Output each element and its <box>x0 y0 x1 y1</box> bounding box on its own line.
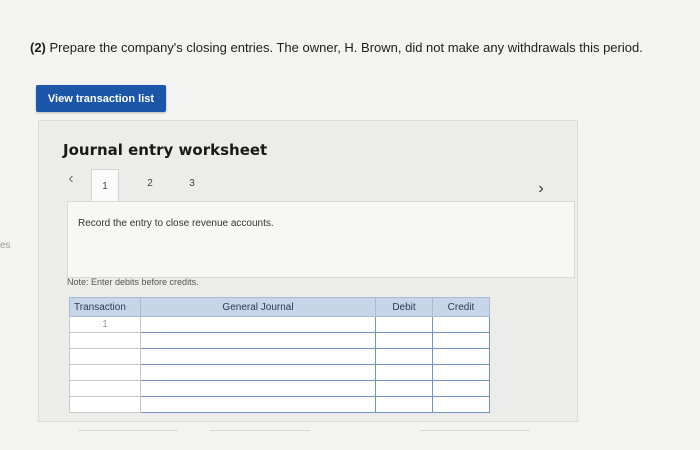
debit-input[interactable] <box>375 396 433 413</box>
tab-3[interactable]: 3 <box>179 169 205 197</box>
transaction-number <box>69 364 141 381</box>
header-debit: Debit <box>375 297 433 317</box>
debit-input[interactable] <box>375 316 433 333</box>
table-row <box>69 348 490 365</box>
credit-input[interactable] <box>432 364 490 381</box>
table-row <box>69 380 490 397</box>
question-text: Prepare the company's closing entries. T… <box>49 40 643 55</box>
debit-input[interactable] <box>375 332 433 349</box>
transaction-number <box>69 332 141 349</box>
account-input[interactable] <box>140 380 376 397</box>
divider <box>210 430 310 431</box>
chevron-right-icon[interactable]: › <box>533 181 549 197</box>
credit-input[interactable] <box>432 316 490 333</box>
divider <box>78 430 178 431</box>
side-text-fragment: es <box>0 240 11 251</box>
divider <box>420 430 530 431</box>
view-transaction-list-button[interactable]: View transaction list <box>36 85 166 112</box>
transaction-number <box>69 380 141 397</box>
account-input[interactable] <box>140 316 376 333</box>
worksheet-title: Journal entry worksheet <box>63 141 268 159</box>
credit-input[interactable] <box>432 332 490 349</box>
debit-credit-note: Note: Enter debits before credits. <box>67 277 199 287</box>
table-row <box>69 396 490 413</box>
journal-entry-table: Transaction General Journal Debit Credit… <box>69 297 490 413</box>
table-row <box>69 364 490 381</box>
journal-worksheet-panel: Journal entry worksheet ‹ 1 2 3 › Record… <box>38 120 578 422</box>
question-prompt: (2) Prepare the company's closing entrie… <box>30 40 690 55</box>
tab-2[interactable]: 2 <box>137 169 163 197</box>
table-row: 1 <box>69 316 490 333</box>
entry-instruction-box: Record the entry to close revenue accoun… <box>67 201 575 278</box>
header-credit: Credit <box>432 297 490 317</box>
account-input[interactable] <box>140 396 376 413</box>
header-transaction: Transaction <box>69 297 141 317</box>
entry-instruction: Record the entry to close revenue accoun… <box>78 218 274 229</box>
credit-input[interactable] <box>432 396 490 413</box>
chevron-left-icon[interactable]: ‹ <box>63 171 79 187</box>
account-input[interactable] <box>140 332 376 349</box>
debit-input[interactable] <box>375 348 433 365</box>
table-row <box>69 332 490 349</box>
credit-input[interactable] <box>432 348 490 365</box>
tab-1[interactable]: 1 <box>91 169 119 202</box>
account-input[interactable] <box>140 348 376 365</box>
question-number: (2) <box>30 40 46 55</box>
account-input[interactable] <box>140 364 376 381</box>
credit-input[interactable] <box>432 380 490 397</box>
debit-input[interactable] <box>375 380 433 397</box>
debit-input[interactable] <box>375 364 433 381</box>
header-general-journal: General Journal <box>140 297 376 317</box>
transaction-number <box>69 348 141 365</box>
transaction-number <box>69 396 141 413</box>
transaction-number: 1 <box>69 316 141 333</box>
